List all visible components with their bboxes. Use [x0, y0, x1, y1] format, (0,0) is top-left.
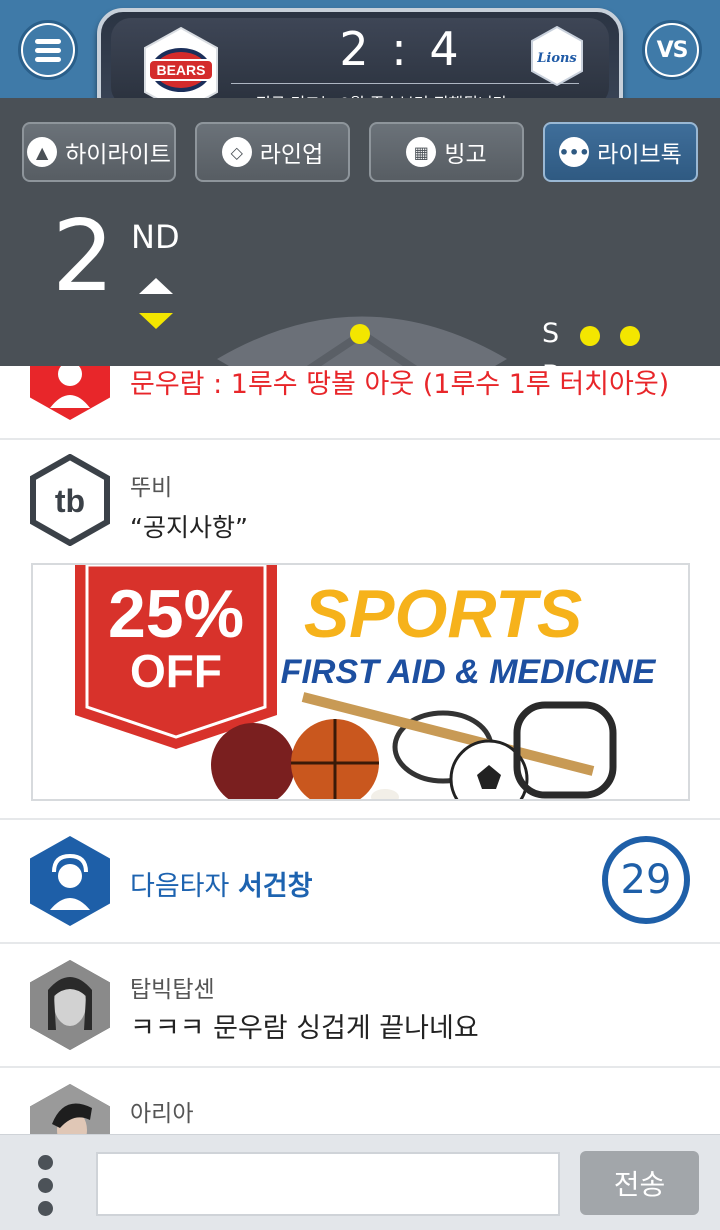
highlight-icon: ▲	[27, 137, 58, 167]
chat-message-row[interactable]: 아리아	[0, 1068, 720, 1134]
chat-username: 아리아	[130, 1101, 194, 1127]
tab-lineup-label: 라인업	[259, 142, 324, 168]
game-panel: ▲ 하이라이트 ◇ 라인업 ▦ 빙고 ••• 라이브톡 2 ND S B	[0, 98, 720, 452]
strike-dot	[620, 326, 640, 346]
hamburger-icon	[35, 35, 61, 66]
top-inning-arrow-icon	[139, 278, 173, 294]
user-avatar[interactable]	[30, 1084, 110, 1134]
chat-username: 탑빅탑센	[130, 977, 215, 1003]
sports-ad-banner[interactable]: 25% OFF SPORTS FIRST AID & MEDICINE	[31, 563, 690, 801]
away-team-logo: Lions	[531, 26, 583, 86]
umpire-out-icon	[30, 366, 110, 420]
svg-text:tb: tb	[55, 483, 85, 519]
chat-input[interactable]	[96, 1152, 560, 1216]
batter-number-badge: 29	[602, 836, 690, 924]
vs-label: VS	[656, 37, 689, 63]
tab-highlight-label: 하이라이트	[65, 142, 171, 168]
ad-off: OFF	[130, 645, 222, 697]
message-composer: 전송	[0, 1134, 720, 1230]
chat-bubble-icon: •••	[559, 137, 590, 167]
user-avatar[interactable]	[30, 960, 110, 1050]
out-message: 문우람 : 1루수 땅볼 아웃 (1루수 1루 터치아웃)	[130, 369, 670, 400]
tb-logo-icon: tb	[30, 454, 110, 546]
announcer-icon	[30, 836, 110, 926]
chat-feed[interactable]: 문우람 : 1루수 땅볼 아웃 (1루수 1루 터치아웃) tb 뚜비 “공지사…	[0, 366, 720, 1134]
away-team-logo-text: Lions	[536, 51, 577, 66]
vs-button[interactable]: VS	[642, 20, 702, 80]
inning-number: 2	[52, 200, 115, 314]
home-team-logo-text: BEARS	[156, 62, 205, 78]
strike-label: S	[542, 318, 560, 349]
notice-message: “공지사항”	[130, 513, 248, 542]
tab-live-talk-label: 라이브톡	[597, 142, 682, 168]
score-divider	[231, 83, 579, 84]
chat-message-row[interactable]: 탑빅탑센 ㅋㅋㅋ 문우람 싱겁게 끝나네요	[0, 944, 720, 1068]
ad-title: SPORTS	[304, 576, 582, 652]
tab-lineup[interactable]: ◇ 라인업	[195, 122, 350, 182]
bottom-inning-arrow-icon	[139, 313, 173, 329]
next-batter-prefix: 다음타자	[130, 871, 238, 902]
tab-bingo-label: 빙고	[444, 142, 487, 168]
second-base-runner	[350, 324, 370, 344]
bingo-icon: ▦	[406, 137, 437, 167]
strike-dot	[580, 326, 600, 346]
next-batter-name: 서건창	[237, 871, 313, 902]
menu-button[interactable]	[18, 20, 78, 80]
send-button[interactable]: 전송	[580, 1151, 699, 1215]
ad-graphic: 25% OFF SPORTS FIRST AID & MEDICINE	[33, 565, 688, 799]
score: 2 : 4	[339, 22, 463, 76]
out-event-row: 문우람 : 1루수 땅볼 아웃 (1루수 1루 터치아웃)	[0, 366, 720, 440]
strike-row: S	[540, 318, 700, 354]
tab-bingo[interactable]: ▦ 빙고	[369, 122, 524, 182]
chat-message-text: ㅋㅋㅋ 문우람 싱겁게 끝나네요	[130, 1013, 479, 1044]
more-options-icon[interactable]	[38, 1155, 58, 1224]
notice-username: 뚜비	[130, 475, 173, 501]
lineup-icon: ◇	[221, 137, 252, 167]
tab-highlight[interactable]: ▲ 하이라이트	[22, 122, 176, 182]
inning-suffix: ND	[131, 218, 180, 256]
tab-live-talk[interactable]: ••• 라이브톡	[543, 122, 698, 182]
ad-subtitle: FIRST AID & MEDICINE	[281, 653, 657, 691]
ad-discount: 25%	[108, 576, 244, 652]
next-batter-text: 다음타자 서건창	[130, 864, 312, 903]
